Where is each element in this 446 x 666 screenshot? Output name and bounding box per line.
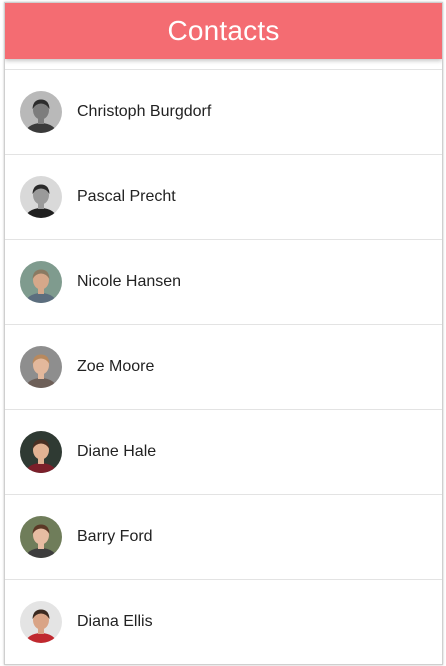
contact-avatar (20, 261, 62, 303)
contact-name: Pascal Precht (77, 188, 176, 205)
contact-avatar (20, 176, 62, 218)
contact-list: Christoph Burgdorf Pascal Precht Nicole … (5, 69, 442, 664)
contact-name: Diana Ellis (77, 613, 153, 630)
contacts-app: Contacts Christoph Burgdorf Pascal Prech… (4, 2, 443, 665)
page-title: Contacts (167, 15, 280, 46)
contact-name: Nicole Hansen (77, 273, 182, 290)
contact-avatar (20, 601, 62, 643)
contact-row[interactable]: Zoe Moore (5, 325, 442, 410)
contact-name: Zoe Moore (77, 358, 155, 375)
contact-row[interactable]: Christoph Burgdorf (5, 70, 442, 155)
contact-row[interactable]: Diane Hale (5, 410, 442, 495)
contact-name: Barry Ford (77, 528, 153, 545)
contact-row[interactable]: Pascal Precht (5, 155, 442, 240)
contact-avatar (20, 431, 62, 473)
contact-row[interactable]: Nicole Hansen (5, 240, 442, 325)
contact-name: Diane Hale (77, 443, 157, 460)
contact-name: Christoph Burgdorf (77, 103, 212, 120)
contact-avatar (20, 91, 62, 133)
contact-row[interactable]: Diana Ellis (5, 580, 442, 664)
contact-avatar (20, 516, 62, 558)
toolbar: Contacts (5, 3, 442, 59)
contact-row[interactable]: Barry Ford (5, 495, 442, 580)
contact-avatar (20, 346, 62, 388)
